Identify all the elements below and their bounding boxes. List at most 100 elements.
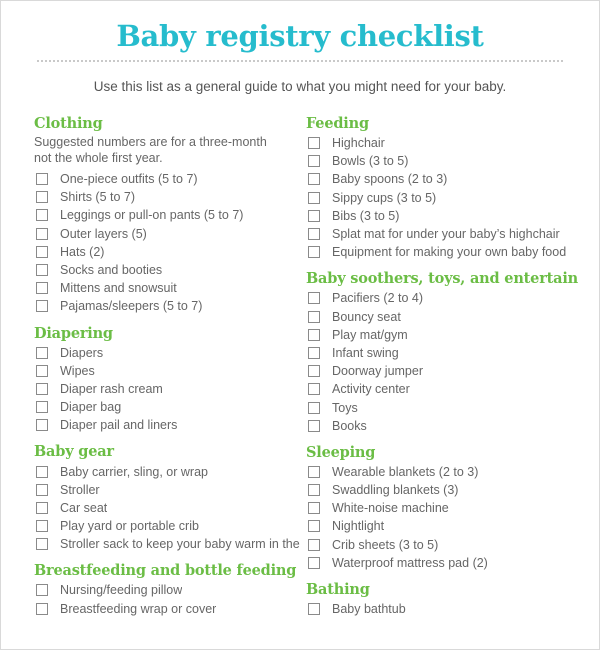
checklist-item[interactable]: Outer layers (5)	[34, 225, 304, 243]
checklist-item-label: Equipment for making your own baby food	[332, 245, 567, 260]
checklist-item[interactable]: Bouncy seat	[306, 308, 596, 326]
checklist-item[interactable]: Nursing/feeding pillow	[34, 581, 304, 599]
checklist-item[interactable]: Wipes	[34, 362, 304, 380]
checklist-item[interactable]: Pajamas/sleepers (5 to 7)	[34, 297, 304, 315]
checklist-item-label: Hats (2)	[60, 244, 105, 259]
checklist-item[interactable]: Wearable blankets (2 to 3)	[306, 463, 596, 481]
checklist-item-label: Play mat/gym	[332, 327, 408, 342]
checklist-item[interactable]: Bibs (3 to 5)	[306, 207, 596, 225]
checkbox[interactable]	[36, 245, 48, 258]
checklist-item[interactable]: Sippy cups (3 to 5)	[306, 189, 596, 207]
checkbox[interactable]	[36, 501, 48, 514]
checkbox[interactable]	[308, 419, 320, 432]
checklist-item[interactable]: Mittens and snowsuit	[34, 279, 304, 297]
checkbox[interactable]	[308, 155, 320, 168]
checkbox[interactable]	[308, 191, 320, 204]
checklist-item[interactable]: Shirts (5 to 7)	[34, 188, 304, 206]
checkbox[interactable]	[308, 310, 320, 323]
checklist-item[interactable]: White-noise machine	[306, 499, 596, 517]
checkbox[interactable]	[308, 346, 320, 359]
checkbox[interactable]	[36, 300, 48, 313]
checkbox[interactable]	[36, 264, 48, 277]
checkbox[interactable]	[36, 227, 48, 240]
section-baby-gear: Baby gear Baby carrier, sling, or wrap Str…	[34, 442, 304, 553]
checklist-item[interactable]: Stroller	[34, 481, 304, 499]
checkbox[interactable]	[308, 173, 320, 186]
checkbox[interactable]	[36, 382, 48, 395]
checklist-item[interactable]: Play mat/gym	[306, 326, 596, 344]
checkbox[interactable]	[36, 465, 48, 478]
checklist-item[interactable]: Car seat	[34, 499, 304, 517]
checklist-item[interactable]: Diaper bag	[34, 398, 304, 416]
checklist-item[interactable]: Hats (2)	[34, 243, 304, 261]
checkbox[interactable]	[36, 191, 48, 204]
checkbox[interactable]	[308, 556, 320, 569]
checklist-item[interactable]: Breastfeeding wrap or cover	[34, 600, 304, 618]
checkbox[interactable]	[308, 538, 320, 551]
checklist-item[interactable]: Leggings or pull-on pants (5 to 7)	[34, 206, 304, 224]
checklist-item-label: Shirts (5 to 7)	[60, 190, 136, 205]
checklist-item[interactable]: Equipment for making your own baby food	[306, 243, 596, 261]
checkbox[interactable]	[36, 346, 48, 359]
checklist-item-label: Crib sheets (3 to 5)	[332, 537, 439, 552]
section-heading: Feeding	[306, 115, 369, 132]
checklist-item[interactable]: Pacifiers (2 to 4)	[306, 289, 596, 307]
checklist-item[interactable]: Diaper rash cream	[34, 380, 304, 398]
checklist-item-label: Stroller sack to keep your baby warm in …	[60, 537, 300, 552]
checkbox[interactable]	[36, 401, 48, 414]
checklist-item[interactable]: Splat mat for under your baby’s highchai…	[306, 225, 596, 243]
checklist-item[interactable]: Activity center	[306, 380, 596, 398]
checkbox[interactable]	[36, 538, 48, 551]
checkbox[interactable]	[36, 602, 48, 615]
checklist-item-label: Bibs (3 to 5)	[332, 208, 400, 223]
checklist-item[interactable]: Books	[306, 417, 596, 435]
checkbox[interactable]	[308, 520, 320, 533]
checkbox[interactable]	[36, 584, 48, 597]
checklist-item[interactable]: Crib sheets (3 to 5)	[306, 536, 596, 554]
checkbox[interactable]	[36, 282, 48, 295]
checklist-item[interactable]: Infant swing	[306, 344, 596, 362]
checklist-item[interactable]: Baby carrier, sling, or wrap	[34, 462, 304, 480]
checkbox[interactable]	[36, 173, 48, 186]
checklist-item[interactable]: Highchair	[306, 134, 596, 152]
checklist-item[interactable]: Play yard or portable crib	[34, 517, 304, 535]
checklist-item[interactable]: Stroller sack to keep your baby warm in …	[34, 535, 304, 553]
checkbox[interactable]	[308, 209, 320, 222]
checkbox[interactable]	[36, 419, 48, 432]
checklist-item[interactable]: Doorway jumper	[306, 362, 596, 380]
checkbox[interactable]	[308, 292, 320, 305]
section-feeding: Feeding Highchair Bowls (3 to 5) Baby spoon…	[306, 114, 596, 261]
checkbox[interactable]	[308, 465, 320, 478]
checkbox[interactable]	[36, 364, 48, 377]
checklist-item-label: Baby carrier, sling, or wrap	[60, 464, 208, 479]
checklist-item[interactable]: Bowls (3 to 5)	[306, 152, 596, 170]
checklist-item[interactable]: One-piece outfits (5 to 7)	[34, 170, 304, 188]
checklist-item[interactable]: Toys	[306, 398, 596, 416]
checklist-item[interactable]: Swaddling blankets (3)	[306, 481, 596, 499]
checkbox[interactable]	[308, 401, 320, 414]
checklist-item-label: Baby spoons (2 to 3)	[332, 172, 448, 187]
checklist-item-label: Diaper pail and liners	[60, 418, 178, 433]
checklist-item[interactable]: Nightlight	[306, 517, 596, 535]
checkbox[interactable]	[308, 502, 320, 515]
checkbox[interactable]	[308, 365, 320, 378]
checklist-item-label: Play yard or portable crib	[60, 519, 199, 534]
checklist-item-label: Highchair	[332, 136, 385, 151]
checkbox[interactable]	[308, 328, 320, 341]
section-heading: Diapering	[34, 324, 113, 342]
checkbox[interactable]	[36, 520, 48, 533]
checkbox[interactable]	[308, 484, 320, 497]
checklist-item[interactable]: Diapers	[34, 344, 304, 362]
checklist-item[interactable]: Waterproof mattress pad (2)	[306, 554, 596, 572]
checklist-item[interactable]: Diaper pail and liners	[34, 416, 304, 434]
checkbox[interactable]	[308, 228, 320, 241]
checklist-item[interactable]: Socks and booties	[34, 261, 304, 279]
checkbox[interactable]	[308, 603, 320, 616]
checkbox[interactable]	[308, 137, 320, 150]
checkbox[interactable]	[308, 246, 320, 259]
checkbox[interactable]	[36, 483, 48, 496]
checkbox[interactable]	[36, 209, 48, 222]
checklist-item[interactable]: Baby spoons (2 to 3)	[306, 170, 596, 188]
checkbox[interactable]	[308, 383, 320, 396]
checklist-item[interactable]: Baby bathtub	[306, 600, 596, 618]
